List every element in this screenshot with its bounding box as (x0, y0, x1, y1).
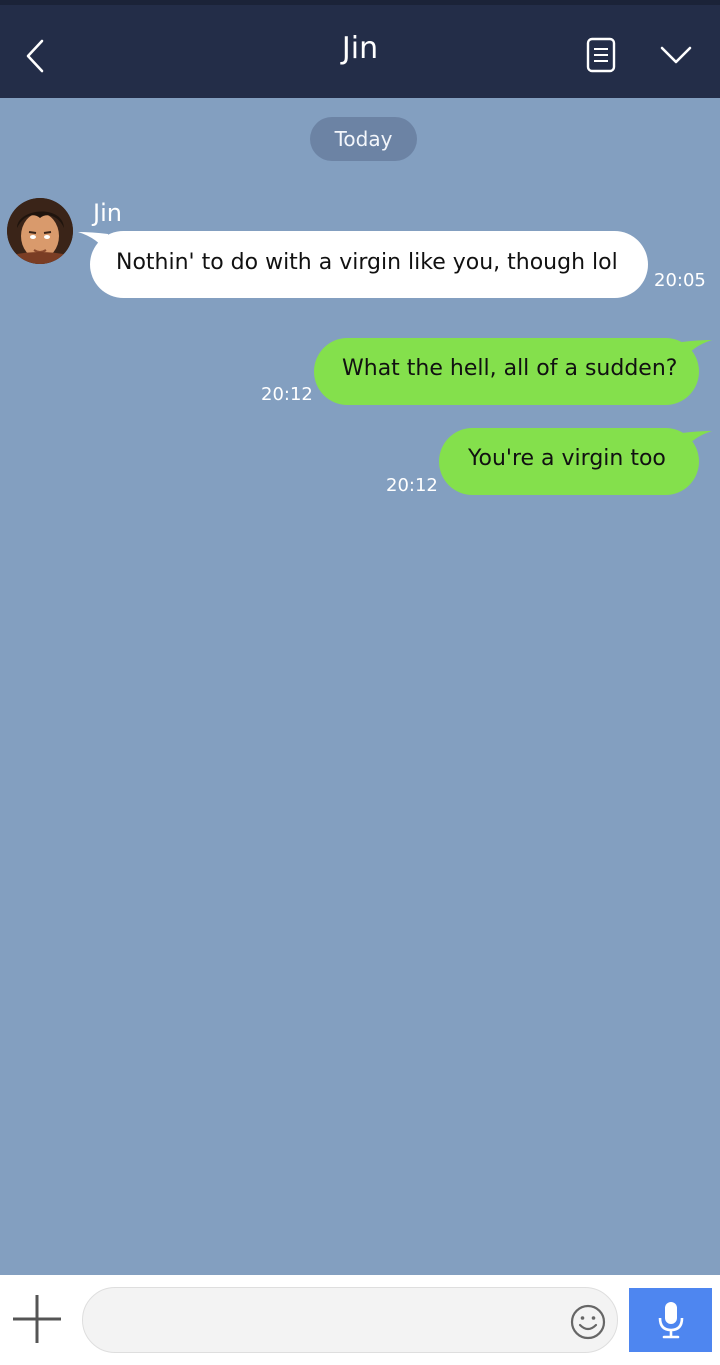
message-text: What the hell, all of a sudden? (342, 356, 678, 381)
menu-toggle-button[interactable] (656, 35, 696, 75)
header-bar: Jin (0, 0, 720, 98)
plus-icon (13, 1295, 61, 1343)
message-time: 20:12 (386, 475, 438, 496)
sender-name: Jin (93, 199, 122, 227)
message-text: You're a virgin too (468, 446, 666, 471)
notes-button[interactable] (582, 33, 620, 75)
chat-screen: Jin Today Jin Nothin' to do with a virgi… (0, 0, 720, 1365)
avatar-portrait-icon (7, 198, 73, 264)
message-input[interactable] (82, 1287, 618, 1353)
message-text: Nothin' to do with a virgin like you, th… (116, 250, 618, 275)
message-bubble-outgoing[interactable]: What the hell, all of a sudden? (314, 338, 699, 405)
smiley-icon (570, 1304, 606, 1340)
message-time: 20:05 (654, 270, 706, 291)
message-bubble-outgoing[interactable]: You're a virgin too (439, 428, 699, 495)
chevron-down-icon (660, 46, 692, 64)
emoji-button[interactable] (569, 1303, 607, 1341)
date-separator: Today (310, 117, 417, 161)
note-icon (586, 37, 616, 73)
voice-message-button[interactable] (629, 1288, 712, 1352)
avatar[interactable] (7, 198, 73, 264)
microphone-icon (658, 1302, 684, 1339)
message-input-bar (0, 1275, 720, 1365)
add-attachment-button[interactable] (10, 1292, 64, 1346)
message-time: 20:12 (261, 384, 313, 405)
message-bubble-incoming[interactable]: Nothin' to do with a virgin like you, th… (90, 231, 648, 298)
